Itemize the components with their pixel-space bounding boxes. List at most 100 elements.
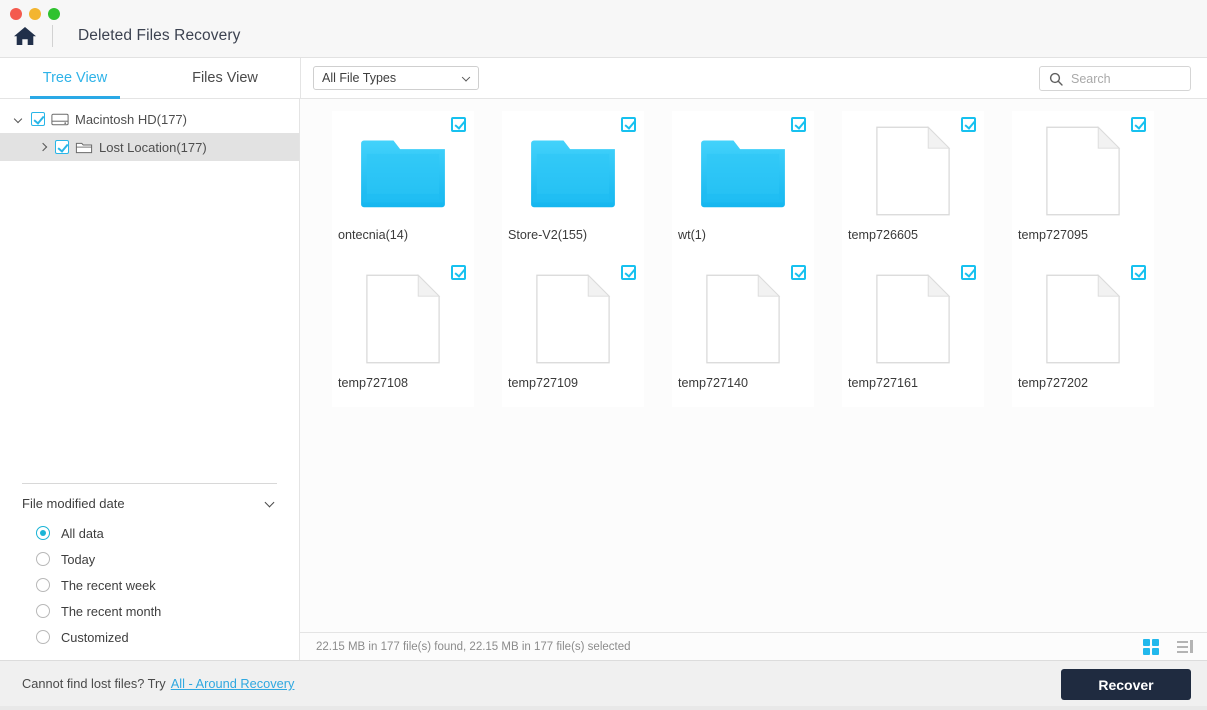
file-type-select-value: All File Types [322, 71, 396, 85]
tab-tree-view-label: Tree View [43, 70, 107, 86]
radio-button[interactable] [36, 578, 50, 592]
file-thumb-icon [535, 273, 611, 365]
radio-option-today[interactable]: Today [0, 546, 299, 572]
file-card[interactable]: temp726605 [842, 111, 984, 259]
tree-view: Macintosh HD(177) Lost Location(177) [0, 99, 299, 161]
radio-option-recent-week[interactable]: The recent week [0, 572, 299, 598]
tree-item-label: Lost Location(177) [99, 140, 207, 155]
file-icon [695, 271, 791, 367]
radio-label: The recent month [61, 604, 161, 619]
radio-option-customized[interactable]: Customized [0, 624, 299, 650]
filter-divider [22, 483, 277, 484]
file-icon [865, 123, 961, 219]
hard-disk-icon [51, 112, 69, 127]
file-card-checkbox[interactable] [1131, 117, 1146, 132]
folder-icon [525, 123, 621, 219]
file-card[interactable]: temp727095 [1012, 111, 1154, 259]
file-icon [865, 271, 961, 367]
radio-button[interactable] [36, 604, 50, 618]
file-card-label: ontecnia(14) [332, 228, 474, 242]
grid-view-icon[interactable] [1143, 639, 1159, 655]
main-panel: ontecnia(14) Store-V2(155) wt(1) temp726… [300, 99, 1207, 660]
file-thumb-icon [1045, 273, 1121, 365]
filter-header[interactable]: File modified date [0, 496, 299, 511]
file-card-label: wt(1) [672, 228, 814, 242]
chevron-down-icon [462, 73, 470, 81]
radio-option-recent-month[interactable]: The recent month [0, 598, 299, 624]
radio-label: The recent week [61, 578, 156, 593]
minimize-window-button[interactable] [29, 8, 41, 20]
list-view-icon[interactable] [1177, 640, 1193, 654]
search-placeholder: Search [1071, 72, 1111, 86]
file-card-checkbox[interactable] [451, 117, 466, 132]
radio-button[interactable] [36, 526, 50, 540]
file-icon [1035, 123, 1131, 219]
radio-option-all-data[interactable]: All data [0, 520, 299, 546]
folder-thumb-icon [527, 131, 619, 211]
footer-prompt: Cannot find lost files? Try [22, 676, 166, 691]
file-card-checkbox[interactable] [1131, 265, 1146, 280]
file-card[interactable]: temp727140 [672, 259, 814, 407]
file-thumb-icon [1045, 125, 1121, 217]
toolbar: Tree View Files View All File Types Sear… [0, 58, 1207, 99]
page-title: Deleted Files Recovery [78, 27, 240, 45]
maximize-window-button[interactable] [48, 8, 60, 20]
close-window-button[interactable] [10, 8, 22, 20]
file-card-checkbox[interactable] [961, 117, 976, 132]
tree-item-checkbox[interactable] [31, 112, 45, 126]
status-text: 22.15 MB in 177 file(s) found, 22.15 MB … [316, 641, 631, 653]
file-card-checkbox[interactable] [621, 117, 636, 132]
file-card-checkbox[interactable] [451, 265, 466, 280]
file-card[interactable]: temp727109 [502, 259, 644, 407]
search-icon [1049, 72, 1063, 86]
file-card[interactable]: ontecnia(14) [332, 111, 474, 259]
tree-item-checkbox[interactable] [55, 140, 69, 154]
file-card-checkbox[interactable] [791, 265, 806, 280]
sidebar: Macintosh HD(177) Lost Location(177) Fil… [0, 99, 300, 660]
search-input[interactable]: Search [1039, 66, 1191, 91]
file-card-label: temp726605 [842, 228, 984, 242]
chevron-right-icon[interactable] [38, 142, 49, 153]
file-card-label: temp727140 [672, 376, 814, 390]
status-bar: 22.15 MB in 177 file(s) found, 22.15 MB … [300, 632, 1207, 660]
radio-button[interactable] [36, 630, 50, 644]
body: Macintosh HD(177) Lost Location(177) Fil… [0, 99, 1207, 660]
radio-label: Today [61, 552, 95, 567]
tree-item-macintosh-hd[interactable]: Macintosh HD(177) [0, 105, 299, 133]
chevron-down-icon[interactable] [14, 114, 25, 125]
file-card-checkbox[interactable] [621, 265, 636, 280]
file-card[interactable]: temp727161 [842, 259, 984, 407]
filter-title: File modified date [22, 496, 125, 511]
file-icon [355, 271, 451, 367]
file-card-checkbox[interactable] [961, 265, 976, 280]
tab-tree-view[interactable]: Tree View [0, 58, 150, 99]
app-window: Deleted Files Recovery Tree View Files V… [0, 0, 1207, 710]
home-button[interactable] [12, 24, 53, 48]
radio-button[interactable] [36, 552, 50, 566]
chevron-down-icon[interactable] [265, 497, 275, 507]
tree-item-lost-location[interactable]: Lost Location(177) [0, 133, 299, 161]
window-bottom-edge [0, 706, 1207, 710]
title-separator [52, 25, 53, 47]
folder-thumb-icon [357, 131, 449, 211]
folder-icon [695, 123, 791, 219]
folder-icon [75, 140, 93, 155]
file-type-select[interactable]: All File Types [313, 66, 479, 90]
file-card[interactable]: Store-V2(155) [502, 111, 644, 259]
window-controls [10, 8, 60, 20]
footer: Cannot find lost files? Try All - Around… [0, 660, 1207, 706]
file-card[interactable]: temp727108 [332, 259, 474, 407]
folder-thumb-icon [697, 131, 789, 211]
file-card[interactable]: temp727202 [1012, 259, 1154, 407]
all-around-recovery-link[interactable]: All - Around Recovery [171, 676, 295, 691]
file-card[interactable]: wt(1) [672, 111, 814, 259]
file-thumb-icon [705, 273, 781, 365]
file-card-label: temp727095 [1012, 228, 1154, 242]
file-card-label: temp727108 [332, 376, 474, 390]
folder-icon [355, 123, 451, 219]
tab-files-view[interactable]: Files View [150, 58, 300, 99]
file-card-checkbox[interactable] [791, 117, 806, 132]
recover-button[interactable]: Recover [1061, 669, 1191, 700]
file-icon [1035, 271, 1131, 367]
file-grid: ontecnia(14) Store-V2(155) wt(1) temp726… [300, 99, 1207, 632]
